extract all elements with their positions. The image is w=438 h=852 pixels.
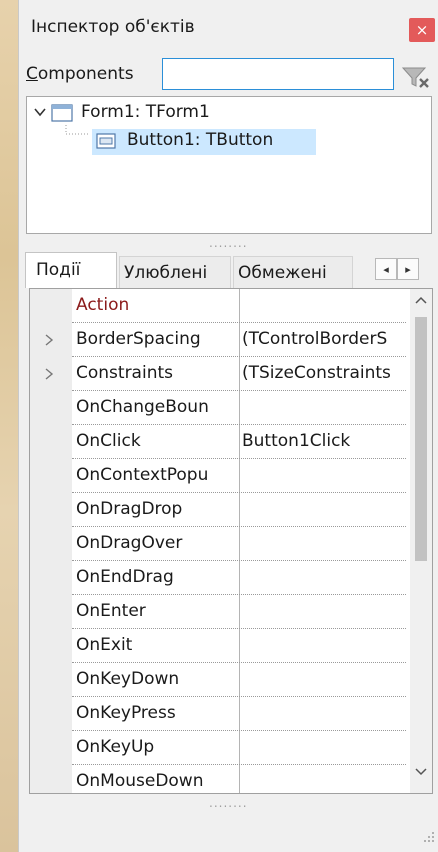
tree-connector	[65, 125, 89, 135]
property-value[interactable]	[242, 765, 404, 793]
property-row[interactable]: OnEnter	[30, 595, 406, 629]
property-name: OnContextPopu	[76, 465, 209, 485]
splitter-grip-bottom[interactable]: ........	[209, 796, 248, 810]
tab-scroll-right-button[interactable]: ▸	[397, 258, 419, 280]
property-row[interactable]: BorderSpacing (TControlBorderS	[30, 323, 406, 357]
property-name: Constraints	[76, 363, 173, 383]
property-row[interactable]: OnDragDrop	[30, 493, 406, 527]
components-label-accel: C	[26, 64, 38, 84]
property-row[interactable]: OnExit	[30, 629, 406, 663]
property-value[interactable]	[242, 527, 404, 560]
property-value[interactable]: Button1Click	[242, 425, 404, 458]
scrollbar-thumb[interactable]	[415, 317, 427, 561]
form-icon	[51, 104, 73, 122]
property-value[interactable]: (TControlBorderS	[242, 323, 404, 356]
property-value[interactable]	[242, 697, 404, 730]
vertical-scrollbar[interactable]	[410, 289, 432, 793]
property-name: OnKeyUp	[76, 737, 155, 757]
property-name: OnKeyDown	[76, 669, 180, 689]
tree-node-form1[interactable]: Form1: TForm1	[33, 102, 333, 126]
property-grid[interactable]: Action BorderSpacing (TControlBorderS Const…	[29, 288, 433, 794]
chevron-down-icon[interactable]	[33, 105, 47, 119]
property-row[interactable]: OnEndDrag	[30, 561, 406, 595]
tree-node-label: Form1: TForm1	[81, 102, 210, 122]
property-name: OnEnter	[76, 601, 146, 621]
status-bar	[19, 812, 438, 852]
property-row[interactable]: OnContextPopu	[30, 459, 406, 493]
property-value[interactable]	[242, 289, 404, 322]
property-name: OnMouseDown	[76, 771, 204, 791]
resize-grip-icon[interactable]	[422, 830, 436, 844]
property-row[interactable]: OnKeyUp	[30, 731, 406, 765]
chevron-right-icon[interactable]	[44, 368, 54, 380]
property-value[interactable]	[242, 595, 404, 628]
property-value[interactable]	[242, 391, 404, 424]
button-component-icon	[96, 133, 116, 149]
close-button[interactable]: ×	[409, 18, 435, 42]
property-value[interactable]	[242, 459, 404, 492]
property-name: OnDragDrop	[76, 499, 183, 519]
chevron-right-icon[interactable]	[44, 334, 54, 346]
tab-favorites[interactable]: Улюблені	[119, 256, 231, 288]
tab-events[interactable]: Події	[25, 252, 117, 288]
property-value[interactable]	[242, 663, 404, 696]
splitter-grip[interactable]: ........	[209, 236, 248, 250]
property-row[interactable]: OnChangeBoun	[30, 391, 406, 425]
object-inspector-window: Інспектор об'єктів × Components Form1: T…	[18, 0, 438, 852]
property-row[interactable]: Action	[30, 289, 406, 323]
property-value[interactable]	[242, 731, 404, 764]
scroll-up-icon[interactable]	[414, 295, 428, 305]
property-value[interactable]: (TSizeConstraints	[242, 357, 404, 390]
property-value[interactable]	[242, 629, 404, 662]
component-tree[interactable]: Form1: TForm1 Button1: TButton	[26, 96, 432, 234]
property-name: OnClick	[76, 431, 141, 451]
property-name: OnEndDrag	[76, 567, 174, 587]
window-title: Інспектор об'єктів	[31, 17, 195, 37]
components-label-rest: omponents	[37, 64, 134, 84]
components-label: Components	[26, 64, 134, 84]
tree-node-label: Button1: TButton	[127, 130, 274, 150]
tree-node-button1[interactable]: Button1: TButton	[92, 129, 316, 155]
property-name: Action	[76, 295, 130, 315]
scroll-down-icon[interactable]	[414, 767, 428, 777]
components-search-input[interactable]	[162, 58, 394, 90]
property-name: OnExit	[76, 635, 133, 655]
property-name: BorderSpacing	[76, 329, 201, 349]
property-value[interactable]	[242, 493, 404, 526]
title-bar[interactable]: Інспектор об'єктів ×	[19, 0, 438, 56]
property-row[interactable]: OnMouseDown	[30, 765, 406, 793]
property-name: OnChangeBoun	[76, 397, 209, 417]
tab-scroll-left-button[interactable]: ◂	[375, 258, 397, 280]
inspector-tabs: Події Улюблені Обмежені ◂ ▸	[19, 252, 438, 288]
property-row[interactable]: OnDragOver	[30, 527, 406, 561]
property-row[interactable]: Constraints (TSizeConstraints	[30, 357, 406, 391]
property-name: OnKeyPress	[76, 703, 176, 723]
property-row[interactable]: OnClick Button1Click	[30, 425, 406, 459]
components-filter-row: Components	[19, 58, 438, 92]
property-row[interactable]: OnKeyPress	[30, 697, 406, 731]
property-name: OnDragOver	[76, 533, 183, 553]
property-row[interactable]: OnKeyDown	[30, 663, 406, 697]
filter-clear-icon[interactable]	[400, 65, 432, 89]
property-value[interactable]	[242, 561, 404, 594]
tab-restricted[interactable]: Обмежені	[233, 256, 353, 288]
